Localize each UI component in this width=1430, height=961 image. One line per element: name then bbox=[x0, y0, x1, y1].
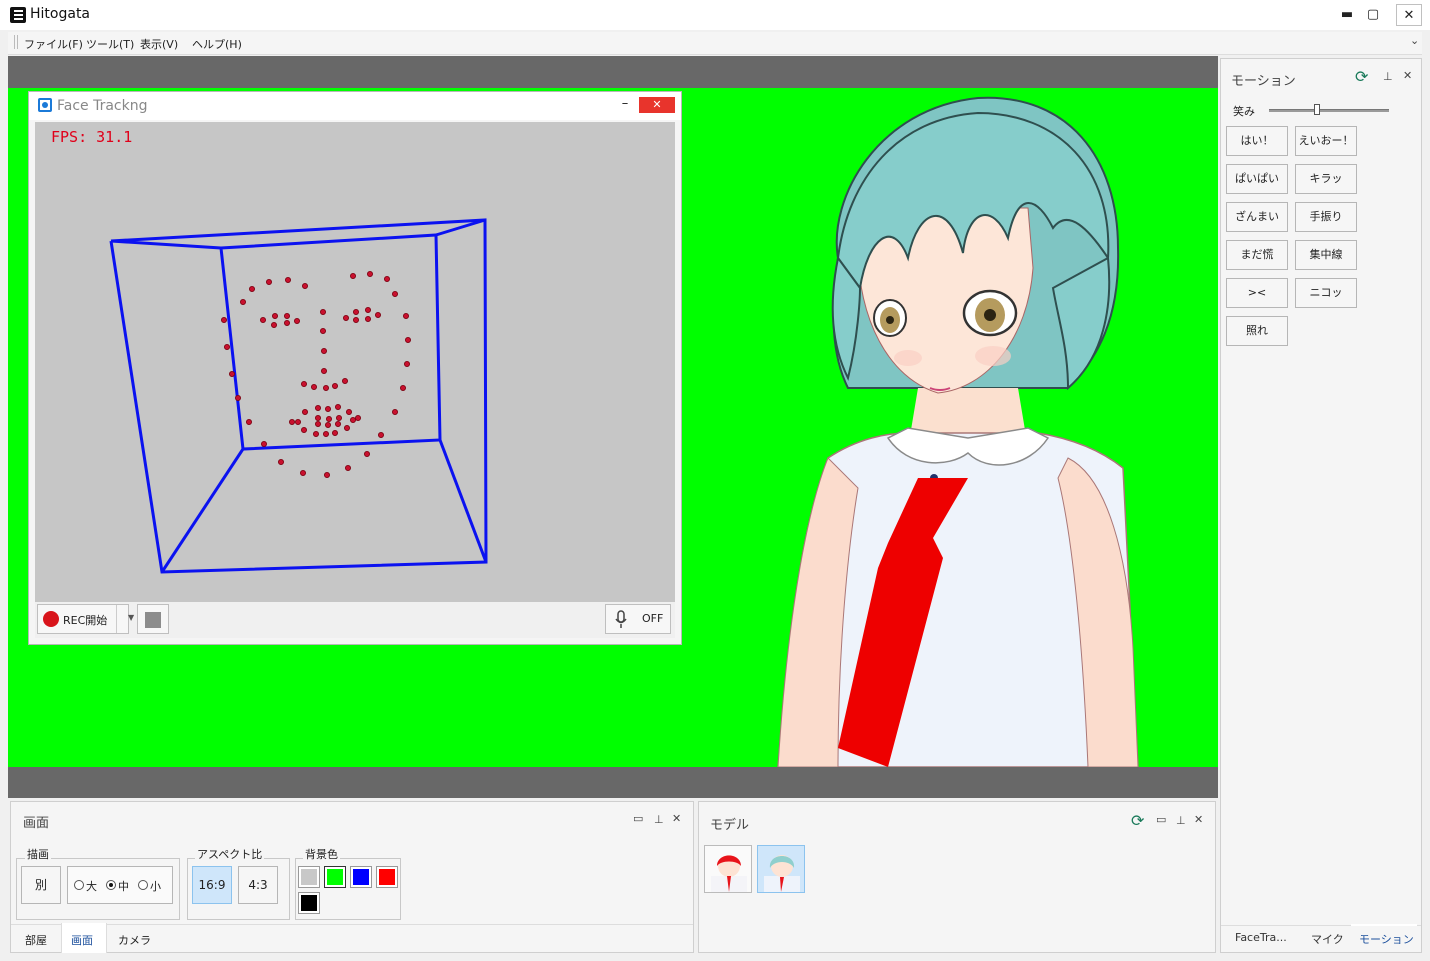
stop-icon bbox=[145, 612, 161, 628]
app-title: Hitogata bbox=[30, 6, 91, 22]
teal-hair-avatar-icon bbox=[764, 855, 800, 892]
tab-divider bbox=[11, 924, 693, 925]
pin-icon[interactable]: ⊥ bbox=[654, 813, 664, 826]
mic-toggle-button[interactable]: OFF bbox=[605, 604, 671, 634]
aspect-16-9-button[interactable]: 16:9 bbox=[192, 866, 232, 904]
split-divider bbox=[116, 605, 117, 633]
screen-panel: 画面 ▭ ⊥ ✕ 描画 別 大 中 小 アスペクト比 16:9 4:3 背景色 … bbox=[10, 801, 694, 953]
motion-button-nikot[interactable]: ニコッ bbox=[1295, 278, 1357, 308]
tab-screen[interactable]: 画面 bbox=[71, 932, 93, 948]
smile-slider-label: 笑み bbox=[1233, 105, 1255, 118]
face-tracking-window[interactable]: Face Trackng – ✕ FPS: 31.1 REC開始 ▼ OFF bbox=[28, 91, 682, 645]
close-icon[interactable]: ✕ bbox=[672, 812, 681, 825]
motion-button-hai[interactable]: はい！ bbox=[1226, 126, 1288, 156]
tab-motion[interactable]: モーション bbox=[1359, 931, 1414, 947]
avatar-character bbox=[777, 96, 1139, 767]
menu-grip bbox=[14, 35, 18, 49]
app-logo-icon bbox=[10, 7, 26, 23]
maximize-button[interactable]: ▢ bbox=[1360, 4, 1386, 26]
active-tab-marker bbox=[1351, 924, 1417, 926]
face-landmark-overlay bbox=[109, 218, 488, 574]
size-small-label: 小 bbox=[150, 880, 161, 893]
tab-camera[interactable]: カメラ bbox=[118, 932, 151, 948]
close-button[interactable]: ✕ bbox=[1396, 4, 1422, 26]
menu-view[interactable]: 表示(V) bbox=[140, 36, 178, 52]
rec-start-button[interactable]: REC開始 ▼ bbox=[37, 604, 134, 634]
aspect-4-3-button[interactable]: 4:3 bbox=[238, 866, 278, 904]
face-tracking-title: Face Trackng bbox=[57, 98, 148, 114]
size-medium-label: 中 bbox=[118, 880, 129, 893]
face-tracking-icon bbox=[38, 98, 52, 112]
size-radio-medium[interactable] bbox=[106, 880, 116, 890]
bg-swatch-blue[interactable] bbox=[350, 866, 372, 888]
screen-panel-title: 画面 bbox=[23, 816, 50, 831]
face-tracking-toolbar: REC開始 ▼ OFF bbox=[35, 602, 675, 638]
size-radio-large[interactable] bbox=[74, 880, 84, 890]
motion-button-tere[interactable]: 照れ bbox=[1226, 316, 1288, 346]
motion-button-squint[interactable]: >< bbox=[1226, 278, 1288, 308]
model-thumb-red[interactable] bbox=[704, 845, 752, 893]
title-bar: Hitogata ▬ ▢ ✕ bbox=[0, 0, 1430, 30]
bg-swatch-black[interactable] bbox=[298, 892, 320, 914]
tab-mic[interactable]: マイク bbox=[1311, 931, 1344, 947]
motion-button-madaawa[interactable]: まだ慌 bbox=[1226, 240, 1288, 270]
stop-button[interactable] bbox=[137, 604, 169, 634]
motion-button-eioh[interactable]: えいおー！ bbox=[1295, 126, 1357, 156]
face-tracking-close-button[interactable]: ✕ bbox=[639, 97, 675, 113]
close-icon[interactable]: ✕ bbox=[1194, 813, 1203, 826]
head-pose-cube bbox=[109, 218, 488, 574]
tab-facetracking[interactable]: FaceTra... bbox=[1235, 931, 1287, 944]
pin-icon[interactable]: ⊥ bbox=[1383, 70, 1393, 83]
red-hair-avatar-icon bbox=[711, 855, 747, 892]
minimize-button[interactable]: ▬ bbox=[1334, 4, 1360, 26]
model-panel-title: モデル bbox=[710, 818, 750, 833]
maximize-icon[interactable]: ▭ bbox=[1156, 813, 1166, 826]
tab-room[interactable]: 部屋 bbox=[25, 932, 47, 948]
smile-slider-track[interactable] bbox=[1269, 109, 1389, 112]
bg-swatch-red[interactable] bbox=[376, 866, 398, 888]
separate-window-button[interactable]: 別 bbox=[21, 866, 61, 904]
bg-swatch-gray[interactable] bbox=[298, 866, 320, 888]
caret-down-icon[interactable]: ▼ bbox=[128, 613, 134, 622]
size-large-label: 大 bbox=[86, 880, 97, 893]
model-panel: モデル ⟳ ▭ ⊥ ✕ bbox=[698, 801, 1216, 953]
close-icon[interactable]: ✕ bbox=[1403, 69, 1412, 82]
microphone-icon bbox=[615, 610, 627, 628]
aspect-group-label: アスペクト比 bbox=[195, 846, 265, 862]
smile-slider-thumb[interactable] bbox=[1314, 104, 1320, 115]
motion-button-tefuri[interactable]: 手振り bbox=[1295, 202, 1357, 232]
menu-file[interactable]: ファイル(F) bbox=[24, 36, 83, 52]
maximize-icon[interactable]: ▭ bbox=[633, 812, 643, 825]
motion-button-baibai[interactable]: ぱいぱい bbox=[1226, 164, 1288, 194]
background-color-label: 背景色 bbox=[303, 846, 340, 862]
menu-help[interactable]: ヘルプ(H) bbox=[192, 36, 242, 52]
rec-start-label: REC開始 bbox=[63, 614, 108, 627]
pin-icon[interactable]: ⊥ bbox=[1176, 814, 1186, 827]
bg-swatch-green[interactable] bbox=[324, 866, 346, 888]
chevron-down-icon[interactable]: ⌄ bbox=[1410, 34, 1419, 47]
refresh-icon[interactable]: ⟳ bbox=[1355, 67, 1368, 86]
refresh-icon[interactable]: ⟳ bbox=[1131, 811, 1144, 830]
record-icon bbox=[43, 611, 59, 627]
face-tracking-minimize-button[interactable]: – bbox=[615, 96, 635, 114]
model-thumb-teal[interactable] bbox=[757, 845, 805, 893]
motion-button-kira[interactable]: キラッ bbox=[1295, 164, 1357, 194]
draw-group-label: 描画 bbox=[25, 846, 51, 862]
size-radio-small[interactable] bbox=[138, 880, 148, 890]
size-radio-group: 大 中 小 bbox=[67, 866, 173, 904]
mic-state-label: OFF bbox=[642, 612, 664, 625]
motion-button-shuchusen[interactable]: 集中線 bbox=[1295, 240, 1357, 270]
face-tracking-title-bar[interactable]: Face Trackng – ✕ bbox=[29, 92, 681, 120]
menu-tools[interactable]: ツール(T) bbox=[86, 36, 134, 52]
face-tracking-canvas: FPS: 31.1 bbox=[35, 122, 675, 602]
menu-bar: ファイル(F) ツール(T) 表示(V) ヘルプ(H) ⌄ bbox=[8, 32, 1422, 55]
motion-button-zanmai[interactable]: ざんまい bbox=[1226, 202, 1288, 232]
motion-panel: モーション ⟳ ⊥ ✕ 笑み はい！ えいおー！ ぱいぱい キラッ ざんまい 手… bbox=[1220, 58, 1422, 953]
motion-panel-title: モーション bbox=[1231, 74, 1296, 89]
